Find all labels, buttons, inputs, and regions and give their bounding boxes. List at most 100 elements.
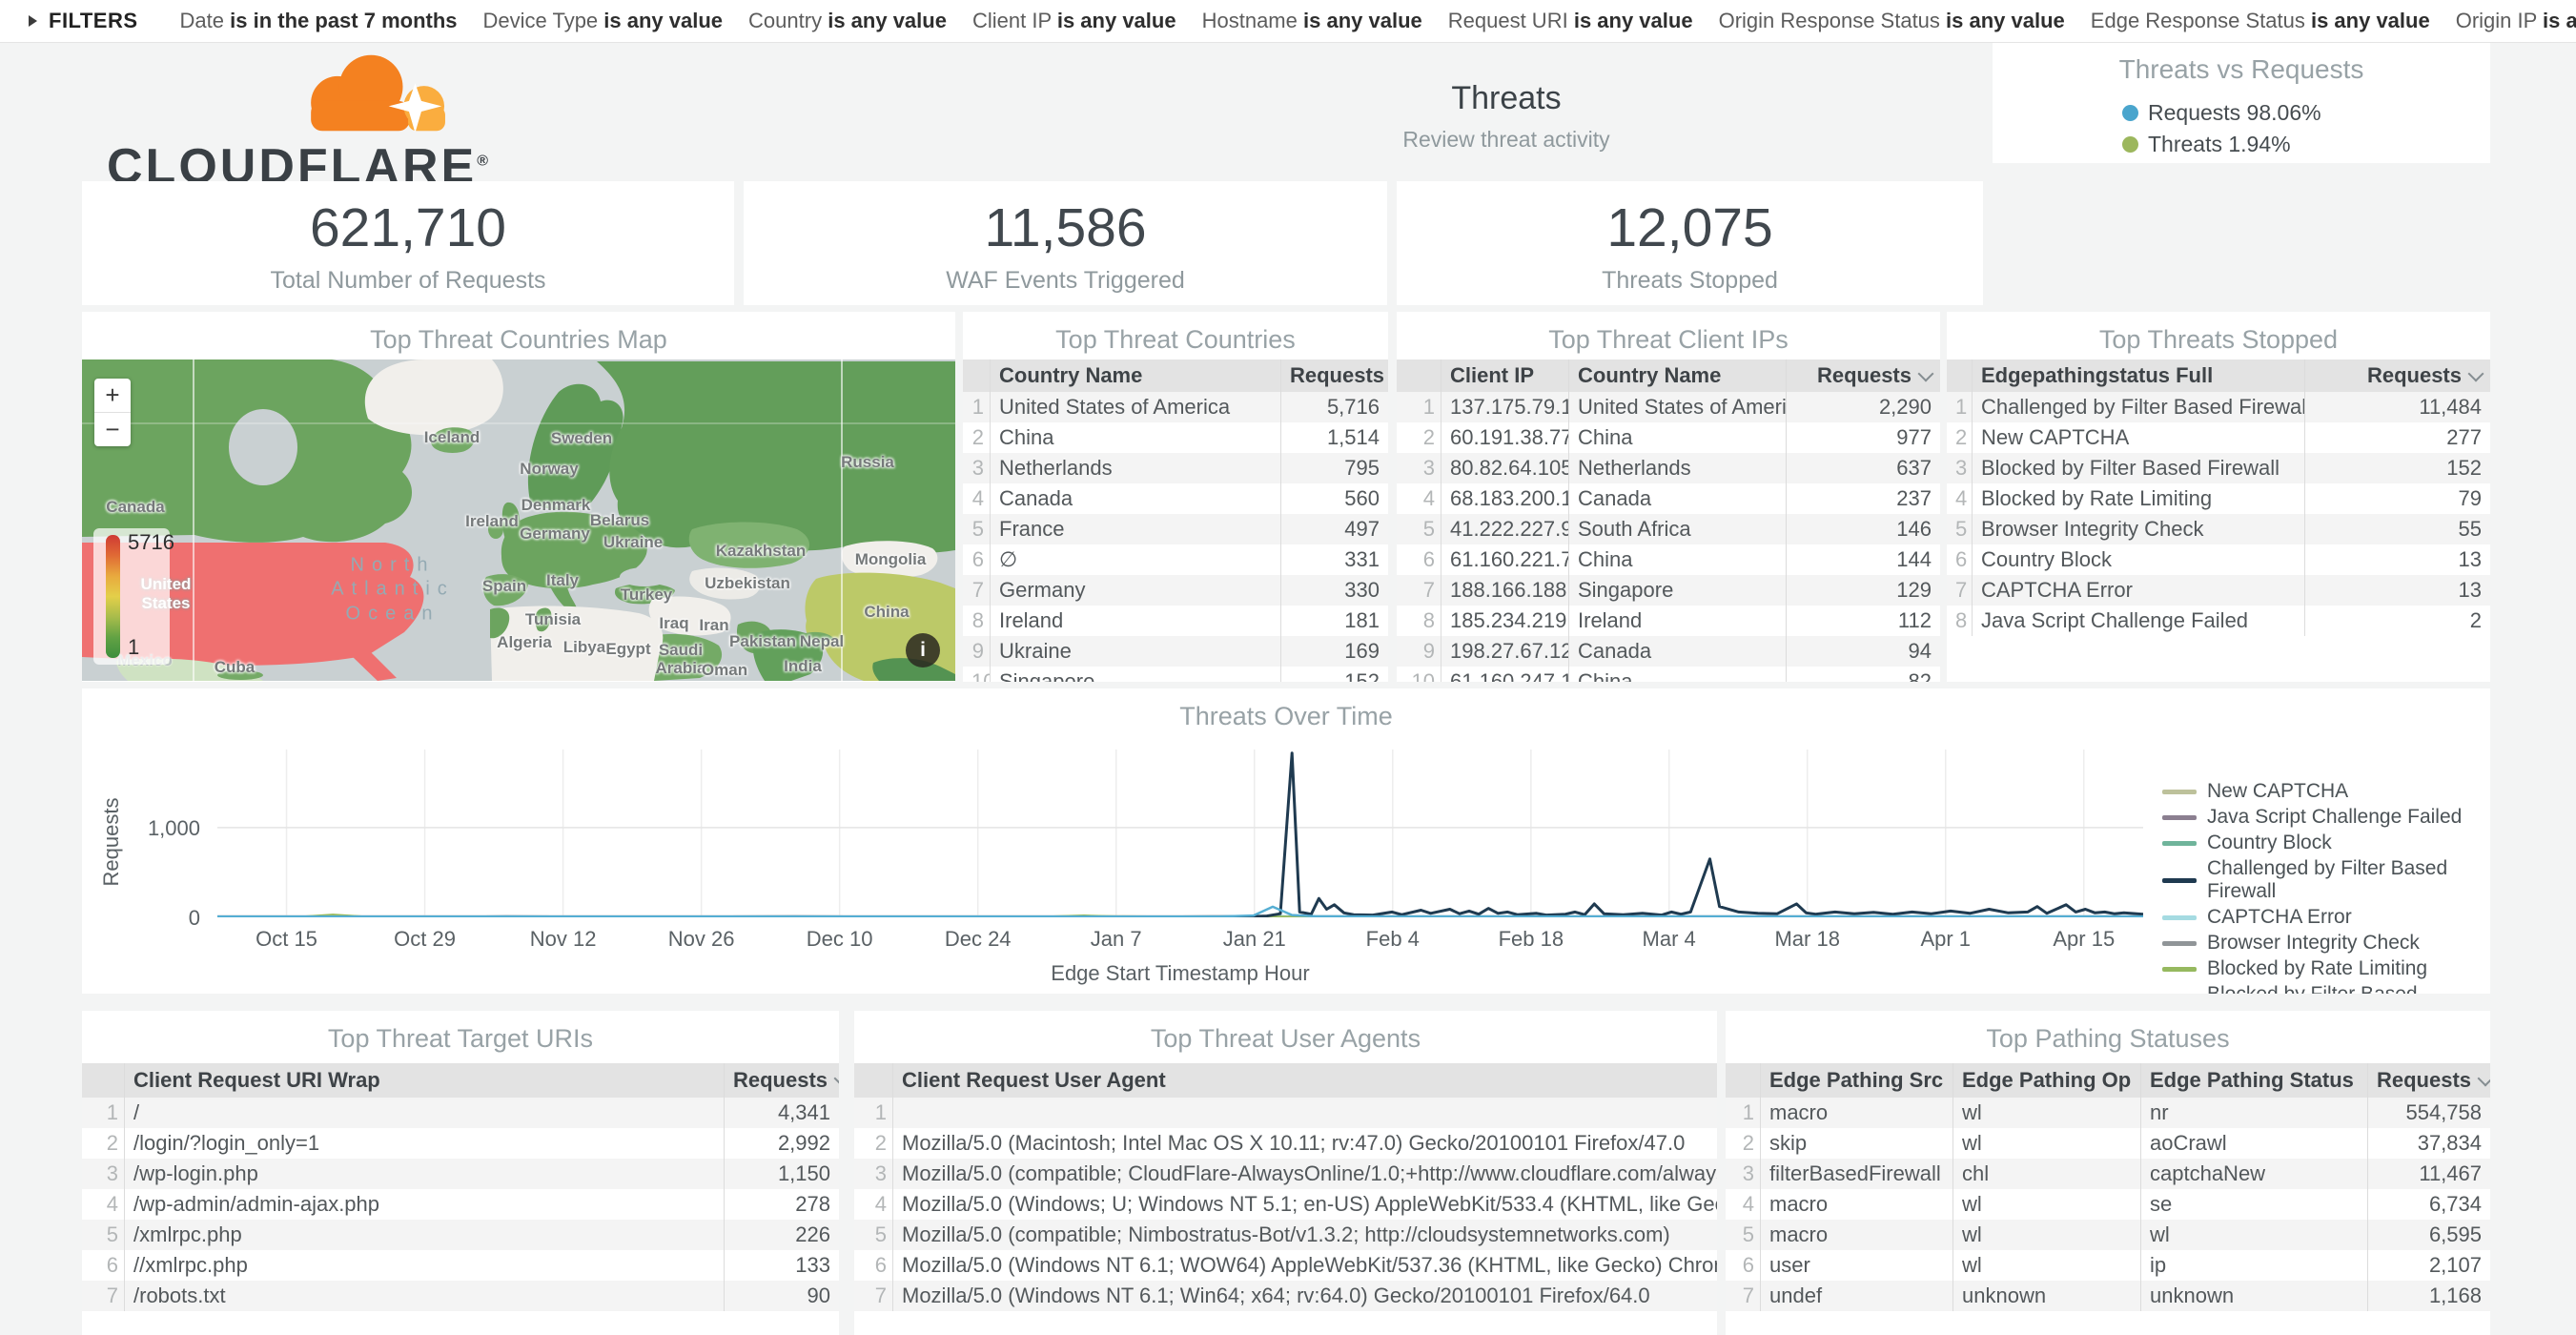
legend-item: CAPTCHA Error [2162, 906, 2490, 929]
table-row: 7 188.166.188.152 Singapore 129 [1397, 575, 1940, 606]
threats-over-time-card: Threats Over Time Requests 1,000 0 Oct 1… [82, 688, 2490, 994]
top-threat-target-uris-table: Client Request URI Wrap Requests 1 / 4,3… [82, 1063, 839, 1311]
map-label: Iceland [424, 428, 480, 447]
filter-item[interactable]: Date is in the past 7 months [180, 9, 458, 33]
column-header-sort[interactable]: Requests [724, 1063, 839, 1098]
table-row: 3 filterBasedFirewall chl captchaNew 11,… [1726, 1159, 2490, 1189]
map-label: Algeria [497, 633, 552, 652]
kpi-waf-events: 11,586 WAF Events Triggered [744, 181, 1387, 305]
sort-caret-icon [834, 1071, 839, 1087]
card-title: Top Threat Target URIs [82, 1011, 839, 1054]
map-label: Ocean [346, 604, 440, 626]
map-info-button[interactable]: i [906, 633, 940, 668]
table-row: 2 New CAPTCHA 277 [1947, 422, 2490, 453]
top-threat-countries-map-card: Top Threat Countries Map [82, 312, 955, 682]
legend-line-icon [2162, 941, 2197, 946]
table-row: 8 Java Script Challenge Failed 2 [1947, 606, 2490, 636]
legend-dot-icon [2122, 105, 2138, 121]
card-title: Top Threat Countries Map [82, 312, 955, 355]
column-header[interactable]: Client Request User Agent [892, 1063, 1717, 1098]
table-row: 5 41.222.227.98 South Africa 146 [1397, 514, 1940, 544]
table-row: 3 /wp-login.php 1,150 [82, 1159, 839, 1189]
column-header[interactable]: Country Name [990, 359, 1280, 392]
column-header[interactable]: Edge Pathing Src [1760, 1063, 1952, 1098]
x-tick: Jan 7 [1091, 927, 1142, 952]
card-title: Top Threat Client IPs [1397, 312, 1940, 355]
zoom-in-button[interactable]: + [94, 379, 131, 413]
top-threat-target-uris-card: Top Threat Target URIs Client Request UR… [82, 1011, 839, 1335]
sort-caret-icon [1918, 366, 1934, 382]
x-tick: Apr 1 [1920, 927, 1971, 952]
table-row: 3 Netherlands 795 [963, 453, 1388, 483]
column-header[interactable]: Country Name [1568, 359, 1786, 392]
filter-item[interactable]: Request URI is any value [1448, 9, 1693, 33]
kpi-label: WAF Events Triggered [744, 267, 1387, 295]
x-axis-label: Edge Start Timestamp Hour [217, 961, 2143, 986]
table-row: 4 68.183.200.167 Canada 237 [1397, 483, 1940, 514]
x-tick: Apr 15 [2053, 927, 2115, 952]
filter-item[interactable]: Origin Response Status is any value [1719, 9, 2065, 33]
column-header[interactable]: Client IP [1441, 359, 1568, 392]
column-header[interactable]: Edge Pathing Op [1952, 1063, 2140, 1098]
table-row: 3 Blocked by Filter Based Firewall 152 [1947, 453, 2490, 483]
map-label: Italy [546, 571, 579, 590]
table-header: Edge Pathing Src Edge Pathing Op Edge Pa… [1726, 1063, 2490, 1098]
map-label: Oman [702, 661, 747, 680]
map-label: Pakistan [729, 632, 796, 651]
legend-item: Requests 98.06% [2122, 100, 2361, 126]
table-body: 1 2 Mozilla/5.0 (Macintosh; Intel Mac OS… [854, 1098, 1717, 1311]
column-header[interactable]: Edge Pathing Status [2140, 1063, 2367, 1098]
x-tick: Feb 18 [1499, 927, 1564, 952]
top-pathing-statuses-card: Top Pathing Statuses Edge Pathing Src Ed… [1726, 1011, 2490, 1335]
y-axis-label: Requests [99, 785, 124, 899]
legend-item: Threats 1.94% [2122, 132, 2361, 157]
map-label: Norway [520, 460, 578, 479]
column-header-sort[interactable]: Requests [2367, 1063, 2490, 1098]
legend-line-icon [2162, 915, 2197, 920]
table-body: 1 / 4,341 2 /login/?login_only=1 2,992 3… [82, 1098, 839, 1311]
world-map[interactable]: CanadaUnited StatesMexicoCubaIcelandIrel… [82, 359, 955, 681]
column-header[interactable]: Edgepathingstatus Full [1972, 359, 2304, 392]
legend-item: Java Script Challenge Failed [2162, 806, 2490, 829]
top-threat-user-agents-card: Top Threat User Agents Client Request Us… [854, 1011, 1717, 1335]
x-tick: Oct 15 [256, 927, 317, 952]
filter-item[interactable]: Device Type is any value [483, 9, 724, 33]
table-row: 2 60.191.38.77 China 977 [1397, 422, 1940, 453]
column-header-sort[interactable]: Requests [1786, 359, 1940, 392]
x-tick: Nov 26 [668, 927, 735, 952]
map-label: Ukraine [603, 533, 663, 552]
table-row: 6 Country Block 13 [1947, 544, 2490, 575]
filter-item[interactable]: Country is any value [748, 9, 947, 33]
table-row: 1 macro wl nr 554,758 [1726, 1098, 2490, 1128]
map-label: China [864, 603, 909, 622]
filter-item[interactable]: Hostname is any value [1202, 9, 1422, 33]
legend-line-icon [2162, 815, 2197, 820]
table-row: 1 [854, 1098, 1717, 1128]
zoom-out-button[interactable]: − [94, 413, 131, 446]
top-threat-user-agents-table: Client Request User Agent 1 2 Mozilla/5.… [854, 1063, 1717, 1311]
table-row: 5 macro wl wl 6,595 [1726, 1220, 2490, 1250]
filter-bar: FILTERS Date is in the past 7 months Dev… [0, 0, 2576, 43]
column-header-sort[interactable]: Requests [1280, 359, 1388, 392]
map-label: Canada [106, 498, 164, 517]
legend-line-icon [2162, 967, 2197, 972]
column-header[interactable]: Client Request URI Wrap [124, 1063, 724, 1098]
table-row: 7 Germany 330 [963, 575, 1388, 606]
table-row: 5 Mozilla/5.0 (compatible; Nimbostratus-… [854, 1220, 1717, 1250]
table-row: 1 Challenged by Filter Based Firewall 11… [1947, 392, 2490, 422]
filter-item[interactable]: Origin IP is any value [2456, 9, 2576, 33]
filter-item[interactable]: Client IP is any value [972, 9, 1176, 33]
column-header-sort[interactable]: Requests [2304, 359, 2490, 392]
table-row: 7 CAPTCHA Error 13 [1947, 575, 2490, 606]
map-label: Iraq [659, 614, 688, 633]
threats-vs-requests-card: Threats vs Requests Requests 98.06% Thre… [1993, 43, 2490, 163]
map-color-legend: 5716 1 [93, 528, 170, 665]
legend-line-icon [2162, 790, 2197, 794]
kpi-threats-stopped: 12,075 Threats Stopped [1397, 181, 1983, 305]
registered-mark: ® [477, 154, 491, 170]
table-row: 2 China 1,514 [963, 422, 1388, 453]
map-label: Nepal [800, 632, 844, 651]
filters-toggle[interactable]: FILTERS [29, 9, 138, 33]
filter-item[interactable]: Edge Response Status is any value [2091, 9, 2430, 33]
table-row: 4 Mozilla/5.0 (Windows; U; Windows NT 5.… [854, 1189, 1717, 1220]
